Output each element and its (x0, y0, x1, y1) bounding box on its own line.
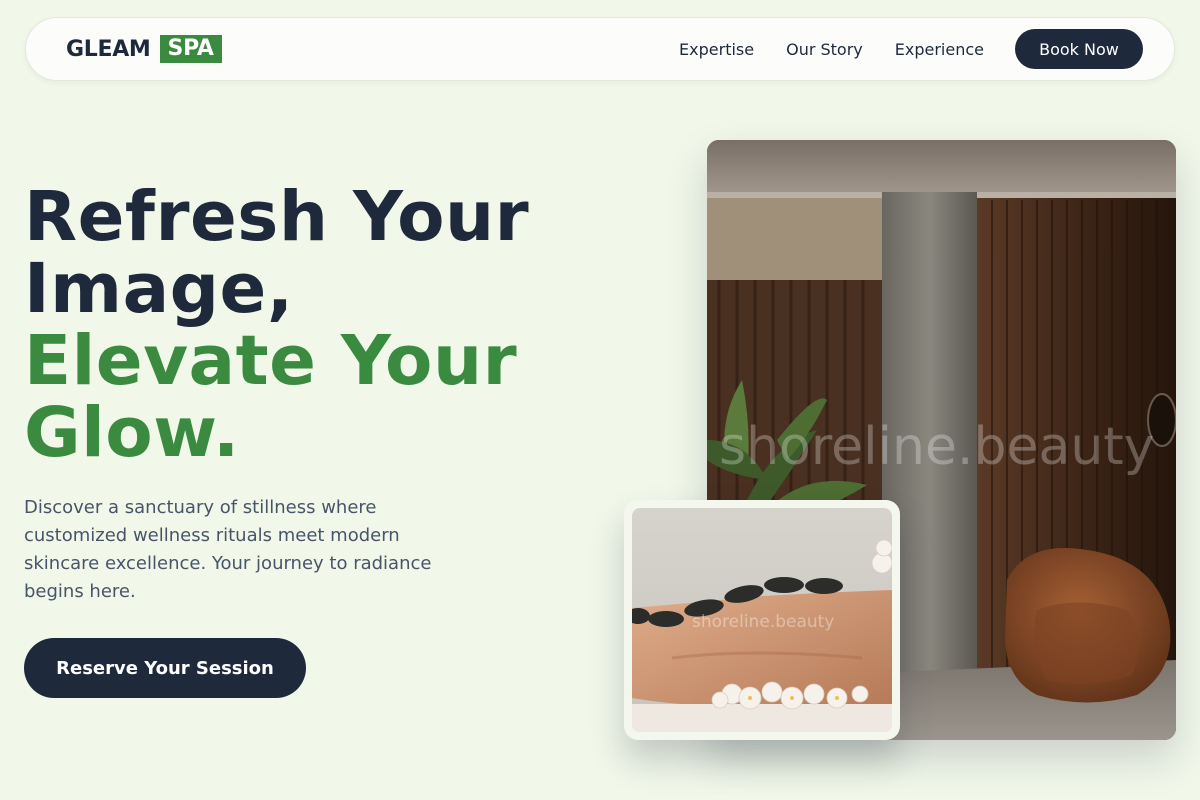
headline-line-2: Image, (24, 249, 294, 329)
hero-description: Discover a sanctuary of stillness where … (24, 497, 432, 602)
top-navbar: GLEAM SPA Expertise Our Story Experience… (25, 17, 1175, 81)
headline-line-1: Refresh Your (24, 177, 530, 257)
nav-link-our-story[interactable]: Our Story (786, 40, 863, 59)
nav-links: Expertise Our Story Experience (647, 18, 984, 80)
book-now-button[interactable]: Book Now (1015, 29, 1143, 69)
brand-badge: SPA (159, 35, 222, 63)
massage-photo-card: shoreline.beauty (624, 500, 900, 740)
hero-headline: Refresh Your Image, Elevate Your Glow. (24, 181, 644, 469)
headline-line-3: Elevate Your (24, 321, 518, 401)
headline-line-4: Glow. (24, 393, 240, 473)
hot-stone-massage-photo: shoreline.beauty (632, 508, 892, 732)
nav-link-expertise[interactable]: Expertise (679, 40, 754, 59)
nav-link-experience[interactable]: Experience (895, 40, 984, 59)
hot-stone-massage-illustration (632, 508, 892, 732)
brand-logo[interactable]: GLEAM SPA (66, 35, 222, 63)
reserve-session-button[interactable]: Reserve Your Session (24, 638, 306, 698)
brand-name: GLEAM (66, 36, 151, 62)
